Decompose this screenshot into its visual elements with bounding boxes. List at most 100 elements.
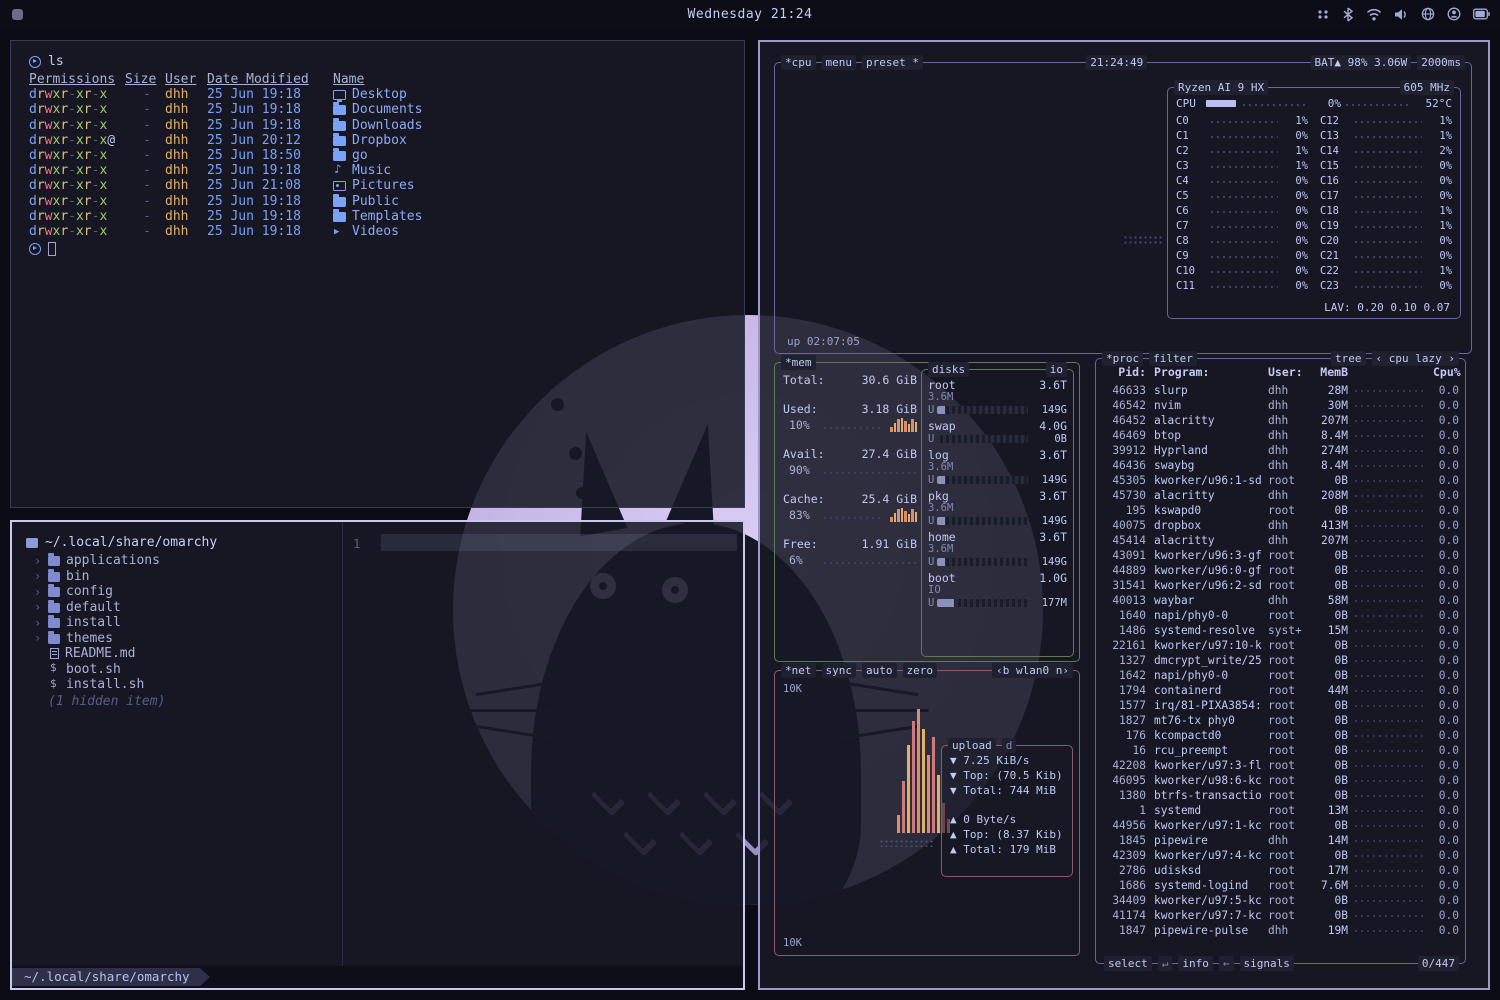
- process-row[interactable]: 46095 kworker/u98:6-kc root 0B 0.0: [1096, 773, 1465, 788]
- process-pid: 34409: [1102, 894, 1146, 907]
- process-row[interactable]: 1 systemd root 13M 0.0: [1096, 803, 1465, 818]
- file-date: 25 Jun 19:18: [199, 102, 309, 117]
- file-size: -: [125, 178, 155, 193]
- refresh-interval[interactable]: 2000ms: [1417, 55, 1465, 70]
- process-cpu-graph: [1354, 386, 1427, 395]
- process-cpu: 0.0: [1433, 699, 1459, 712]
- process-row[interactable]: 45414 alacritty dhh 207M 0.0: [1096, 533, 1465, 548]
- process-row[interactable]: 1686 systemd-logind root 7.6M 0.0: [1096, 878, 1465, 893]
- file-size: -: [125, 133, 155, 148]
- process-row[interactable]: 1845 pipewire dhh 14M 0.0: [1096, 833, 1465, 848]
- core-row: C17 0%: [1320, 188, 1452, 203]
- interface-selector[interactable]: ‹b wlan0 n›: [992, 663, 1073, 678]
- process-row[interactable]: 34409 kworker/u97:5-kc root 0B 0.0: [1096, 893, 1465, 908]
- process-row[interactable]: 44956 kworker/u97:1-kc root 0B 0.0: [1096, 818, 1465, 833]
- root-directory-row[interactable]: ~/.local/share/omarchy: [26, 534, 334, 551]
- tree-item[interactable]: bin: [26, 569, 334, 585]
- process-row[interactable]: 46633 slurp dhh 28M 0.0: [1096, 383, 1465, 398]
- process-row[interactable]: 40013 waybar dhh 58M 0.0: [1096, 593, 1465, 608]
- tree-item[interactable]: README.md: [26, 646, 334, 662]
- process-row[interactable]: 46436 swaybg dhh 8.4M 0.0: [1096, 458, 1465, 473]
- tree-item[interactable]: themes: [26, 631, 334, 647]
- process-mem: 0B: [1312, 819, 1348, 832]
- preset-button[interactable]: preset *: [862, 55, 923, 70]
- process-row[interactable]: 1827 mt76-tx phy0 root 0B 0.0: [1096, 713, 1465, 728]
- auto-button[interactable]: auto: [862, 663, 897, 678]
- process-row[interactable]: 46469 btop dhh 8.4M 0.0: [1096, 428, 1465, 443]
- disks-title[interactable]: disks: [928, 362, 969, 377]
- process-row[interactable]: 1380 btrfs-transactio root 0B 0.0: [1096, 788, 1465, 803]
- process-row[interactable]: 2786 udisksd root 17M 0.0: [1096, 863, 1465, 878]
- mem-box: *mem Total: 30.6 GiB: [774, 362, 1080, 662]
- process-row[interactable]: 41174 kworker/u97:7-kc root 0B 0.0: [1096, 908, 1465, 923]
- tree-toggle[interactable]: tree: [1331, 351, 1366, 366]
- tree-item[interactable]: install.sh: [26, 677, 334, 693]
- file-tree-pane: ~/.local/share/omarchy applications: [12, 522, 342, 966]
- volume-icon[interactable]: [1394, 8, 1409, 21]
- process-program: btrfs-transactio: [1146, 789, 1268, 802]
- process-mem: 0B: [1312, 504, 1348, 517]
- tree-item[interactable]: applications: [26, 553, 334, 569]
- process-pid: 1486: [1102, 624, 1146, 637]
- tree-item[interactable]: config: [26, 584, 334, 600]
- cpu-model: Ryzen AI 9 HX: [1174, 80, 1268, 95]
- zero-button[interactable]: zero: [903, 663, 938, 678]
- process-cpu-graph: [1354, 416, 1427, 425]
- process-row[interactable]: 45305 kworker/u96:1-sd root 0B 0.0: [1096, 473, 1465, 488]
- download-total: ▼ Total: 744 MiB: [950, 784, 1066, 799]
- process-row[interactable]: 45730 alacritty dhh 208M 0.0: [1096, 488, 1465, 503]
- process-row[interactable]: 1327 dmcrypt_write/25 root 0B 0.0: [1096, 653, 1465, 668]
- dots-grid-icon[interactable]: [1316, 7, 1330, 21]
- process-row[interactable]: 1640 napi/phy0-0 root 0B 0.0: [1096, 608, 1465, 623]
- core-row: C23 0%: [1320, 278, 1452, 293]
- process-row[interactable]: 39912 Hyprland dhh 274M 0.0: [1096, 443, 1465, 458]
- signals-hint[interactable]: signals: [1240, 956, 1294, 971]
- file-type-icon: [333, 181, 346, 191]
- process-row[interactable]: 1486 systemd-resolve syst+ 15M 0.0: [1096, 623, 1465, 638]
- process-row[interactable]: 46542 nvim dhh 30M 0.0: [1096, 398, 1465, 413]
- filter-button[interactable]: filter: [1149, 351, 1197, 366]
- globe-icon[interactable]: [1421, 7, 1435, 21]
- process-row[interactable]: 44889 kworker/u96:0-gf root 0B 0.0: [1096, 563, 1465, 578]
- process-row[interactable]: 40075 dropbox dhh 413M 0.0: [1096, 518, 1465, 533]
- net-panel-title[interactable]: upload: [948, 738, 996, 753]
- process-row[interactable]: 1847 pipewire-pulse dhh 19M 0.0: [1096, 923, 1465, 938]
- process-mem: 13M: [1312, 804, 1348, 817]
- process-row[interactable]: 1577 irq/81-PIXA3854: root 0B 0.0: [1096, 698, 1465, 713]
- process-row[interactable]: 43091 kworker/u96:3-gf root 0B 0.0: [1096, 548, 1465, 563]
- process-user: root: [1268, 879, 1312, 892]
- io-toggle[interactable]: io: [1046, 362, 1067, 377]
- process-cpu: 0.0: [1433, 504, 1459, 517]
- process-row[interactable]: 1794 containerd root 44M 0.0: [1096, 683, 1465, 698]
- process-pid: 46095: [1102, 774, 1146, 787]
- process-row[interactable]: 1642 napi/phy0-0 root 0B 0.0: [1096, 668, 1465, 683]
- core-row: C0 1%: [1176, 113, 1308, 128]
- account-icon[interactable]: [1447, 7, 1461, 21]
- process-row[interactable]: 22161 kworker/u97:10-k root 0B 0.0: [1096, 638, 1465, 653]
- process-row[interactable]: 31541 kworker/u96:2-sd root 0B 0.0: [1096, 578, 1465, 593]
- battery-icon[interactable]: [1473, 8, 1490, 20]
- tree-item[interactable]: install: [26, 615, 334, 631]
- process-row[interactable]: 16 rcu_preempt root 0B 0.0: [1096, 743, 1465, 758]
- shell-prompt[interactable]: [29, 241, 744, 257]
- select-hint[interactable]: select: [1104, 956, 1152, 971]
- tree-item[interactable]: boot.sh: [26, 662, 334, 678]
- process-row[interactable]: 195 kswapd0 root 0B 0.0: [1096, 503, 1465, 518]
- bluetooth-icon[interactable]: [1342, 7, 1354, 22]
- net-panel-toggle[interactable]: d: [1002, 738, 1017, 753]
- core-row: C2 1%: [1176, 143, 1308, 158]
- menu-button[interactable]: menu: [822, 55, 857, 70]
- battery-status: BAT▲ 98% 3.06W: [1311, 55, 1412, 70]
- process-row[interactable]: 42208 kworker/u97:3-fl root 0B 0.0: [1096, 758, 1465, 773]
- chevron-right-icon: [34, 616, 42, 630]
- process-user: root: [1268, 639, 1312, 652]
- process-row[interactable]: 46452 alacritty dhh 207M 0.0: [1096, 413, 1465, 428]
- info-hint[interactable]: info: [1178, 956, 1213, 971]
- process-mem: 207M: [1312, 534, 1348, 547]
- tree-item[interactable]: default: [26, 600, 334, 616]
- wifi-icon[interactable]: [1366, 8, 1382, 21]
- process-row[interactable]: 42309 kworker/u97:4-kc root 0B 0.0: [1096, 848, 1465, 863]
- sort-selector[interactable]: ‹ cpu lazy ›: [1372, 351, 1459, 366]
- sync-button[interactable]: sync: [822, 663, 857, 678]
- process-row[interactable]: 176 kcompactd0 root 0B 0.0: [1096, 728, 1465, 743]
